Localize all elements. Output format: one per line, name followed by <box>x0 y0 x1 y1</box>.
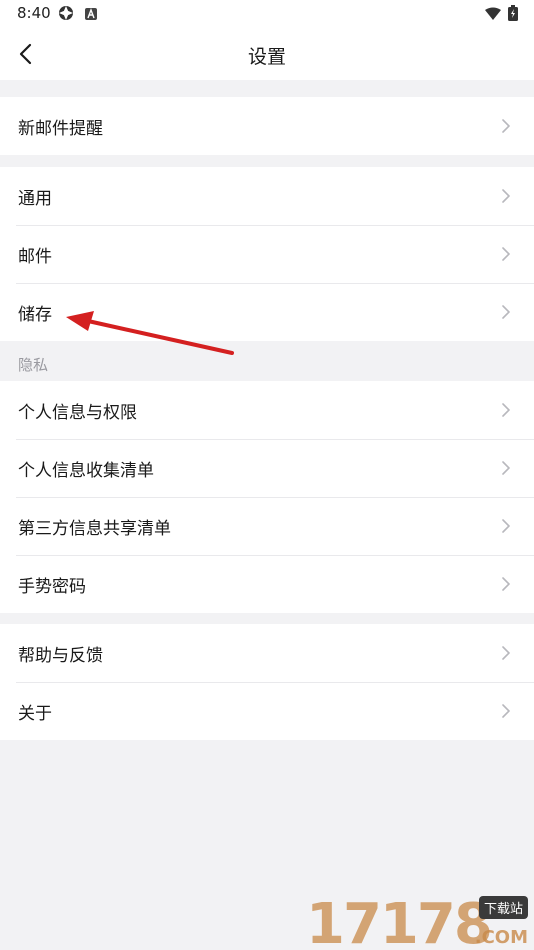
aperture-icon <box>58 5 74 25</box>
chevron-right-icon <box>502 403 510 417</box>
row-label: 邮件 <box>18 246 52 267</box>
page-title: 设置 <box>247 46 286 68</box>
app-notification-icon <box>84 6 98 25</box>
chevron-right-icon <box>502 646 510 660</box>
chevron-right-icon <box>502 577 510 591</box>
row-label: 帮助与反馈 <box>18 645 103 666</box>
chevron-right-icon <box>502 305 510 319</box>
row-label: 第三方信息共享清单 <box>18 518 171 539</box>
row-label: 个人信息收集清单 <box>18 460 154 481</box>
settings-row-personal-info-collection[interactable]: 个人信息收集清单 <box>0 439 534 497</box>
watermark-sub: 下载站 <box>478 896 528 919</box>
settings-row-help-feedback[interactable]: 帮助与反馈 <box>0 624 534 682</box>
status-bar: 8:40 <box>0 0 534 28</box>
row-label: 通用 <box>18 188 52 209</box>
row-label: 关于 <box>18 703 52 724</box>
section-header-label: 隐私 <box>18 356 49 374</box>
row-label: 手势密码 <box>18 576 86 597</box>
status-time: 8:40 <box>17 4 51 22</box>
chevron-right-icon <box>502 189 510 203</box>
row-label: 储存 <box>18 304 52 325</box>
chevron-right-icon <box>502 519 510 533</box>
nav-bar: 设置 <box>0 28 534 80</box>
chevron-right-icon <box>502 247 510 261</box>
chevron-right-icon <box>502 461 510 475</box>
row-label: 新邮件提醒 <box>18 118 103 139</box>
wifi-icon <box>484 6 502 25</box>
settings-row-mail[interactable]: 邮件 <box>0 225 534 283</box>
chevron-right-icon <box>502 119 510 133</box>
watermark-logo: 17178 下载站 .COM <box>304 890 534 950</box>
annotation-arrow <box>66 311 234 355</box>
watermark-number: 17178 <box>306 892 493 950</box>
watermark-domain: .COM <box>474 927 528 948</box>
settings-row-third-party-sharing[interactable]: 第三方信息共享清单 <box>0 497 534 555</box>
settings-row-about[interactable]: 关于 <box>0 682 534 740</box>
settings-row-general[interactable]: 通用 <box>0 167 534 225</box>
settings-row-personal-info-permissions[interactable]: 个人信息与权限 <box>0 381 534 439</box>
settings-row-new-mail-alert[interactable]: 新邮件提醒 <box>0 97 534 155</box>
settings-group-support: 帮助与反馈 关于 <box>0 624 534 740</box>
settings-row-gesture-password[interactable]: 手势密码 <box>0 555 534 613</box>
battery-icon <box>508 5 518 25</box>
chevron-right-icon <box>502 704 510 718</box>
settings-group-notifications: 新邮件提醒 <box>0 97 534 155</box>
settings-group-privacy: 个人信息与权限 个人信息收集清单 第三方信息共享清单 手势密码 <box>0 381 534 613</box>
row-label: 个人信息与权限 <box>18 402 137 423</box>
